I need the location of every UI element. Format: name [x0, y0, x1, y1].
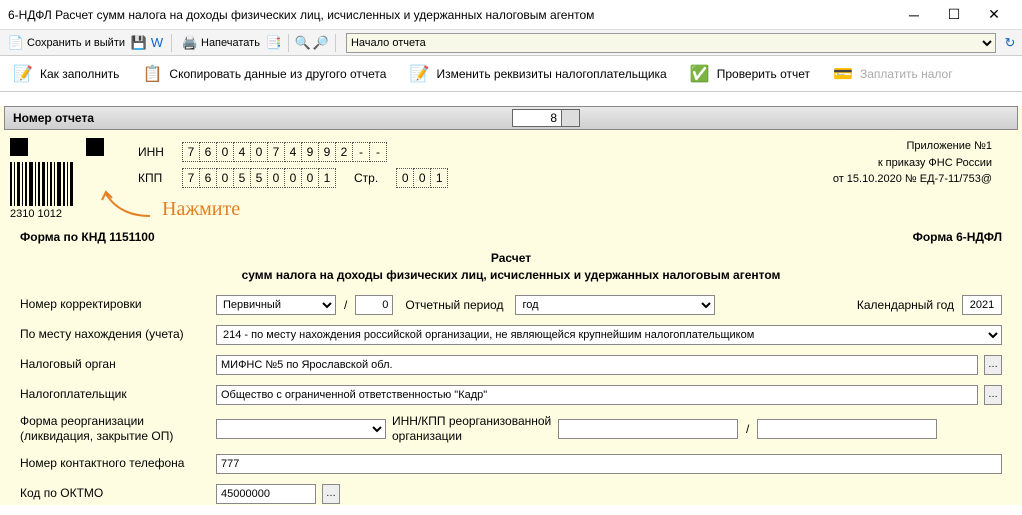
- copy-doc-icon: 📋: [141, 63, 163, 85]
- kpp-label: КПП: [138, 171, 172, 185]
- kpp-cells[interactable]: 760550001: [182, 168, 336, 188]
- reorg-inn-input[interactable]: [558, 419, 738, 439]
- check-doc-icon: ✅: [689, 63, 711, 85]
- print-icon: 🖨️: [182, 35, 198, 51]
- taxpayer-label: Налогоплательщик: [20, 387, 216, 403]
- barcode-block: 2310 1012: [10, 138, 120, 220]
- how-fill-button[interactable]: 📝 Как заполнить: [6, 59, 125, 89]
- save-exit-icon: 📄: [8, 35, 24, 51]
- correction-type-select[interactable]: Первичный: [216, 295, 336, 315]
- check-report-button[interactable]: ✅ Проверить отчет: [683, 59, 816, 89]
- reorg-inn-kpp-label: ИНН/КПП реорганизованной организации: [392, 414, 552, 445]
- tax-authority-input[interactable]: [216, 355, 978, 375]
- oktmo-label: Код по ОКТМО: [20, 486, 216, 502]
- question-doc-icon: 📝: [12, 63, 34, 85]
- window-title: 6-НДФЛ Расчет сумм налога на доходы физи…: [8, 8, 894, 22]
- phone-label: Номер контактного телефона: [20, 456, 216, 472]
- report-number-spacer: [562, 109, 580, 127]
- report-number-label: Номер отчета: [5, 111, 102, 125]
- separator: [335, 34, 336, 52]
- oktmo-input[interactable]: [216, 484, 316, 504]
- oktmo-picker[interactable]: …: [322, 484, 340, 504]
- separator: [171, 34, 172, 52]
- tax-authority-picker[interactable]: …: [984, 355, 1002, 375]
- form-knd-label: Форма по КНД 1151100: [20, 230, 155, 244]
- pay-tax-label: Заплатить налог: [860, 67, 953, 81]
- edit-requisites-label: Изменить реквизиты налогоплательщика: [436, 67, 666, 81]
- document-title: Расчет сумм налога на доходы физических …: [0, 250, 1022, 294]
- save-exit-label: Сохранить и выйти: [27, 37, 125, 49]
- reorg-kpp-input[interactable]: [757, 419, 937, 439]
- save-exit-button[interactable]: 📄 Сохранить и выйти: [4, 33, 129, 53]
- period-label: Отчетный период: [405, 298, 503, 312]
- year-input[interactable]: [962, 295, 1002, 315]
- place-label: По месту нахождения (учета): [20, 327, 216, 343]
- print-button[interactable]: 🖨️ Напечатать: [178, 33, 264, 53]
- barcode-number: 2310 1012: [10, 208, 120, 220]
- form-name-label: Форма 6-НДФЛ: [913, 230, 1002, 244]
- zoom-out-icon[interactable]: 🔎: [313, 35, 329, 51]
- print-label: Напечатать: [201, 37, 260, 49]
- correction-num-input[interactable]: [355, 295, 393, 315]
- pay-icon: 💳: [832, 63, 854, 85]
- edit-doc-icon: 📝: [408, 63, 430, 85]
- zoom-in-icon[interactable]: 🔍: [295, 35, 311, 51]
- save-icon[interactable]: 💾: [131, 35, 147, 51]
- phone-input[interactable]: [216, 454, 1002, 474]
- check-report-label: Проверить отчет: [717, 67, 810, 81]
- taxpayer-input[interactable]: [216, 385, 978, 405]
- page-cells: 001: [396, 168, 448, 188]
- copy-data-label: Скопировать данные из другого отчета: [169, 67, 386, 81]
- pay-tax-button: 💳 Заплатить налог: [826, 59, 959, 89]
- place-select[interactable]: 214 - по месту нахождения российской орг…: [216, 325, 1002, 345]
- correction-label: Номер корректировки: [20, 297, 216, 313]
- minimize-button[interactable]: ─: [894, 1, 934, 29]
- appendix-info: Приложение №1 к приказу ФНС России от 15…: [833, 138, 1012, 220]
- refresh-icon[interactable]: ↻: [1002, 35, 1018, 51]
- reorg-form-label: Форма реорганизации (ликвидация, закрыти…: [20, 414, 216, 445]
- inn-cells[interactable]: 7604074992--: [182, 142, 387, 162]
- print-alt-icon[interactable]: 📑: [266, 35, 282, 51]
- inn-label: ИНН: [138, 145, 172, 159]
- maximize-button[interactable]: ☐: [934, 1, 974, 29]
- close-button[interactable]: ✕: [974, 1, 1014, 29]
- separator: [288, 34, 289, 52]
- report-number-input[interactable]: [512, 109, 562, 127]
- year-label: Календарный год: [857, 298, 954, 312]
- page-label: Стр.: [354, 171, 378, 185]
- period-select[interactable]: год: [515, 295, 715, 315]
- how-fill-label: Как заполнить: [40, 67, 119, 81]
- taxpayer-picker[interactable]: …: [984, 385, 1002, 405]
- edit-requisites-button[interactable]: 📝 Изменить реквизиты налогоплательщика: [402, 59, 672, 89]
- word-icon[interactable]: W: [149, 35, 165, 51]
- tax-authority-label: Налоговый орган: [20, 357, 216, 373]
- copy-data-button[interactable]: 📋 Скопировать данные из другого отчета: [135, 59, 392, 89]
- period-start-select[interactable]: Начало отчета: [346, 33, 996, 53]
- reorg-form-select[interactable]: [216, 419, 386, 439]
